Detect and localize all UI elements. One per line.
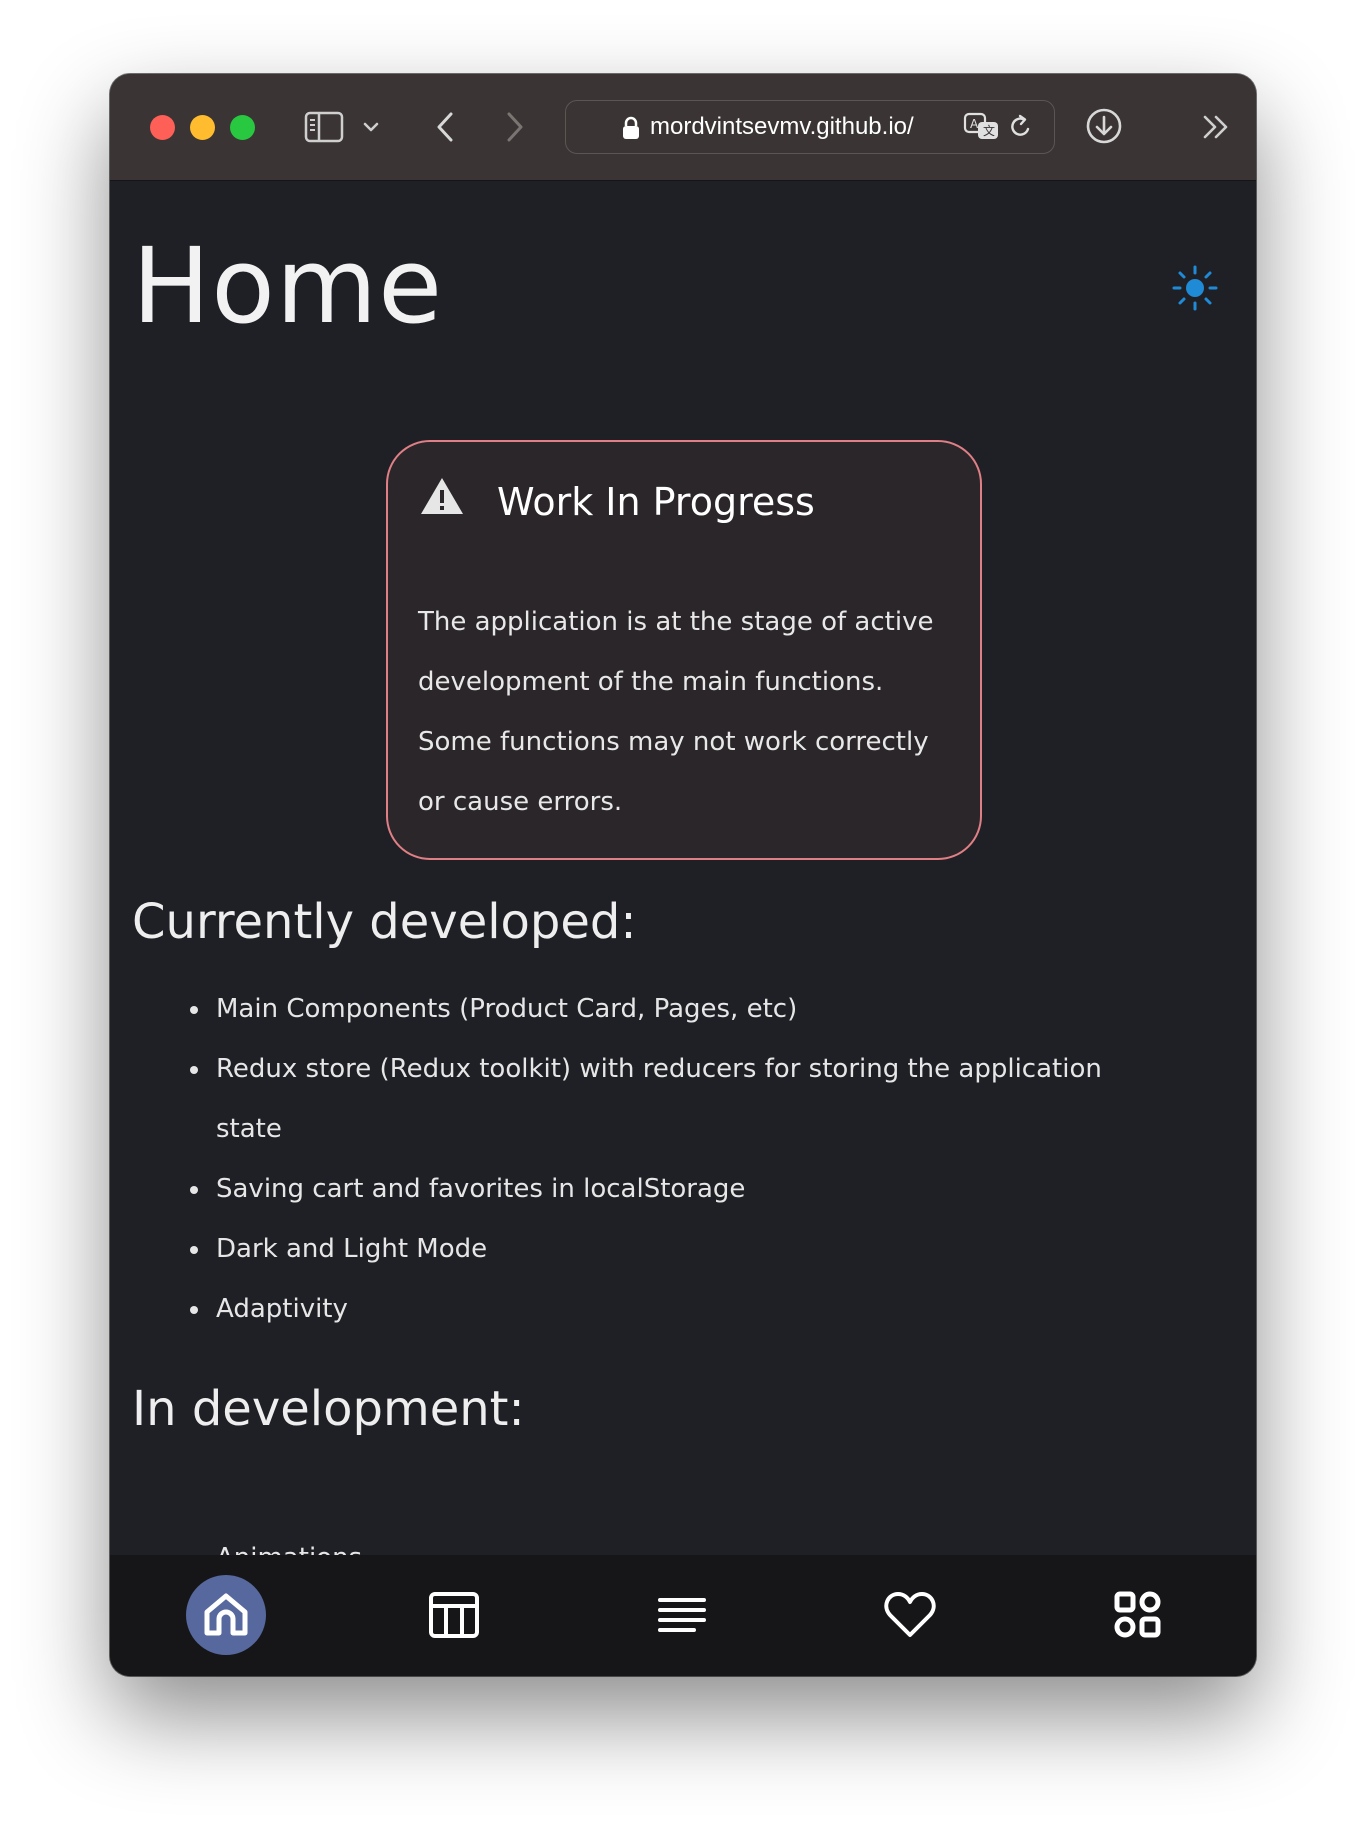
browser-window: mordvintsevmv.github.io/ A文 Home Work In… — [110, 74, 1256, 1676]
address-bar[interactable]: mordvintsevmv.github.io/ A文 — [565, 100, 1055, 154]
wip-alert: Work In Progress The application is at t… — [386, 440, 982, 860]
list-item: Adaptivity — [212, 1279, 1162, 1339]
wip-title: Work In Progress — [497, 480, 815, 524]
lock-icon — [620, 115, 642, 141]
svg-text:A: A — [970, 117, 979, 131]
developed-list: Main Components (Product Card, Pages, et… — [132, 979, 1162, 1339]
download-icon[interactable] — [1084, 106, 1124, 146]
back-icon[interactable] — [430, 108, 460, 146]
grid-icon[interactable] — [1098, 1575, 1178, 1655]
catalog-icon[interactable] — [414, 1575, 494, 1655]
page-title: Home — [132, 225, 444, 347]
heart-icon[interactable] — [870, 1575, 950, 1655]
more-icon[interactable] — [1200, 112, 1232, 142]
zoom-window-button[interactable] — [230, 115, 255, 140]
url-text[interactable]: mordvintsevmv.github.io/ — [650, 113, 948, 143]
page-content: Home Work In Progress The application is… — [110, 181, 1256, 1555]
list-item: Dark and Light Mode — [212, 1219, 1162, 1279]
list-icon[interactable] — [642, 1575, 722, 1655]
svg-text:文: 文 — [983, 123, 995, 138]
reload-icon[interactable] — [1006, 113, 1034, 143]
chevron-down-icon[interactable] — [360, 114, 382, 140]
list-item: Redux store (Redux toolkit) with reducer… — [212, 1039, 1162, 1159]
browser-toolbar: mordvintsevmv.github.io/ A文 — [110, 74, 1256, 181]
forward-icon[interactable] — [500, 108, 530, 146]
sidebar-icon[interactable] — [304, 109, 344, 145]
wip-message: The application is at the stage of activ… — [418, 607, 934, 817]
in-development-list: Animations — [132, 1528, 1162, 1555]
list-item: Saving cart and favorites in localStorag… — [212, 1159, 1162, 1219]
translate-icon[interactable]: A文 — [962, 111, 1002, 143]
list-item: Animations — [212, 1528, 1162, 1555]
sun-icon[interactable] — [1171, 264, 1219, 312]
developed-heading: Currently developed: — [132, 894, 637, 950]
in-development-heading: In development: — [132, 1381, 525, 1437]
list-item: Main Components (Product Card, Pages, et… — [212, 979, 1162, 1039]
bottom-nav — [110, 1555, 1256, 1676]
warning-icon — [419, 476, 465, 520]
home-icon[interactable] — [186, 1575, 266, 1655]
minimize-window-button[interactable] — [190, 115, 215, 140]
close-window-button[interactable] — [150, 115, 175, 140]
